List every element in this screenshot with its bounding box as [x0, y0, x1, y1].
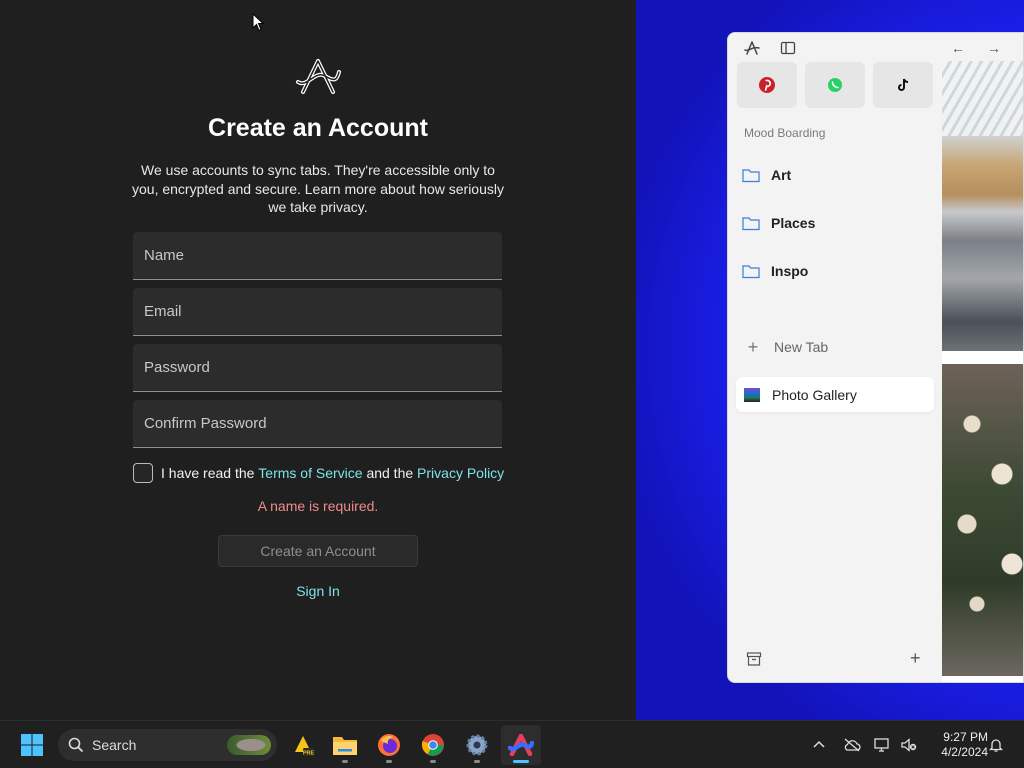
volume-tray[interactable] [900, 721, 918, 768]
firefox-icon [378, 734, 400, 756]
running-indicator [430, 760, 436, 763]
pinterest-icon [759, 77, 775, 93]
folder-art[interactable]: Art [742, 161, 791, 189]
name-input[interactable] [144, 247, 491, 264]
back-arrow-icon[interactable]: ← [950, 40, 966, 56]
folder-icon [742, 217, 760, 231]
arc-browser-window: ← → Mood Boarding Art Places Inspo + New… [727, 32, 1024, 683]
web-content-area [942, 61, 1023, 682]
taskbar-clock[interactable]: 9:27 PM 4/2/2024 [926, 730, 988, 760]
forward-arrow-icon[interactable]: → [986, 40, 1002, 56]
password-field[interactable] [133, 344, 502, 392]
archive-icon[interactable] [746, 651, 762, 667]
terms-mid: and the [366, 465, 414, 481]
chrome-icon [421, 734, 444, 756]
folder-icon [742, 265, 760, 279]
pinned-tab-tiktok[interactable] [873, 62, 933, 108]
sidebar-toggle-icon[interactable] [780, 40, 796, 56]
arc-sidebar: ← → Mood Boarding Art Places Inspo + New… [728, 33, 1001, 682]
signup-description: We use accounts to sync tabs. They're ac… [132, 162, 504, 215]
confirm-password-field[interactable] [133, 400, 502, 448]
add-space-icon[interactable]: + [910, 648, 921, 669]
clock-date: 4/2/2024 [941, 745, 988, 759]
speaker-muted-icon [901, 738, 917, 752]
password-input[interactable] [144, 359, 491, 376]
search-icon [68, 737, 84, 753]
error-message: A name is required. [257, 498, 379, 514]
terms-prefix: I have read the [161, 465, 255, 481]
search-highlight-image [227, 735, 271, 755]
folder-places[interactable]: Places [742, 209, 815, 237]
folder-label: Inspo [771, 263, 809, 279]
taskbar-search[interactable]: Search [58, 729, 277, 761]
taskbar-app-file-explorer[interactable] [325, 725, 365, 765]
desktop-screen: Create an Account We use accounts to syn… [0, 0, 1024, 768]
taskbar-app-arc[interactable] [501, 725, 541, 765]
windows-start-icon[interactable] [20, 733, 44, 757]
active-indicator [513, 760, 529, 763]
running-indicator [342, 760, 348, 763]
clock-time: 9:27 PM [943, 730, 988, 744]
search-label: Search [92, 737, 137, 753]
folder-label: Places [771, 215, 816, 231]
file-explorer-icon [333, 737, 357, 755]
confirm-password-input[interactable] [144, 415, 491, 432]
new-tab-label: New Tab [774, 339, 829, 355]
cloud-offline-icon [844, 738, 861, 752]
tab-photo-gallery[interactable]: Photo Gallery [736, 377, 934, 412]
chevron-up-icon [813, 740, 825, 748]
email-input[interactable] [144, 303, 491, 320]
arc-menu-icon[interactable] [744, 40, 760, 56]
onedrive-tray[interactable] [843, 721, 861, 768]
terms-row: I have read the Terms of Service and the… [133, 462, 504, 484]
gallery-favicon-icon [744, 387, 760, 402]
taskbar-app-chrome[interactable] [413, 725, 453, 765]
show-hidden-icons[interactable] [812, 721, 826, 768]
sign-in-link[interactable]: Sign In [0, 583, 636, 599]
taskbar: Search PRE 9:27 PM 4/2/2024 [0, 720, 1024, 768]
arc-logo-icon [296, 59, 341, 94]
name-field[interactable] [133, 232, 502, 280]
tiktok-icon [898, 78, 909, 91]
create-account-button[interactable]: Create an Account [218, 535, 418, 567]
notifications-tray[interactable] [988, 721, 1004, 768]
tab-label: Photo Gallery [772, 386, 857, 403]
mouse-cursor-icon [252, 13, 264, 32]
email-field[interactable] [133, 288, 502, 336]
lights-photo[interactable] [942, 364, 1023, 676]
running-indicator [474, 760, 480, 763]
plus-icon: + [747, 336, 759, 357]
signup-panel: Create an Account We use accounts to syn… [0, 0, 636, 720]
settings-icon [466, 734, 488, 756]
svg-text:PRE: PRE [303, 751, 315, 757]
taskbar-app-firefox[interactable] [369, 725, 409, 765]
bell-icon [988, 739, 1004, 752]
beach-photo[interactable] [942, 61, 1023, 351]
network-tray[interactable] [874, 721, 892, 768]
pinned-tab-whatsapp[interactable] [805, 62, 865, 108]
running-indicator [386, 760, 392, 763]
folder-label: Art [771, 167, 792, 183]
arc-browser-icon [508, 734, 534, 756]
whatsapp-icon [828, 78, 842, 92]
terms-checkbox[interactable] [133, 463, 153, 483]
terms-of-service-link[interactable]: Terms of Service [258, 465, 362, 481]
folder-inspo[interactable]: Inspo [742, 257, 808, 285]
pdf-editor-icon: PRE [295, 736, 315, 757]
page-title: Create an Account [208, 114, 428, 142]
privacy-policy-link[interactable]: Privacy Policy [417, 465, 504, 481]
pinned-tab-pinterest[interactable] [737, 62, 797, 108]
taskbar-app-pdf-editor[interactable]: PRE [282, 725, 322, 765]
taskbar-app-settings[interactable] [457, 725, 497, 765]
new-tab-button[interactable]: + New Tab [744, 336, 828, 358]
folder-icon [742, 169, 760, 183]
network-icon [874, 738, 889, 752]
space-label: Mood Boarding [744, 126, 826, 140]
